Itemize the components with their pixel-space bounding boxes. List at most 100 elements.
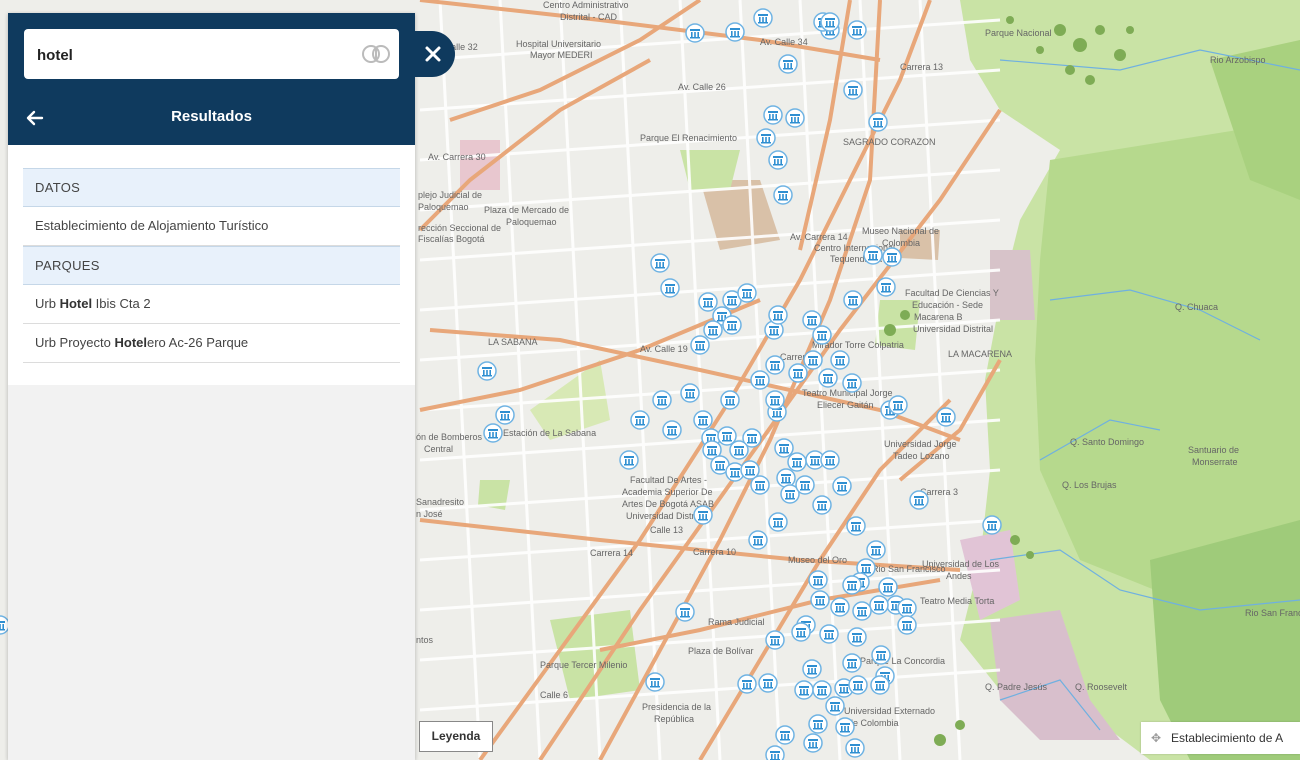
hotel-marker-icon[interactable] xyxy=(845,738,865,758)
hotel-marker-icon[interactable] xyxy=(675,602,695,622)
hotel-marker-icon[interactable] xyxy=(720,390,740,410)
hotel-marker-icon[interactable] xyxy=(847,627,867,647)
hotel-marker-icon[interactable] xyxy=(843,290,863,310)
hotel-marker-icon[interactable] xyxy=(773,185,793,205)
hotel-marker-icon[interactable] xyxy=(765,745,785,760)
hotel-marker-icon[interactable] xyxy=(832,476,852,496)
hotel-marker-icon[interactable] xyxy=(866,540,886,560)
hotel-marker-icon[interactable] xyxy=(878,577,898,597)
hotel-marker-icon[interactable] xyxy=(882,247,902,267)
hotel-marker-icon[interactable] xyxy=(803,350,823,370)
hotel-marker-icon[interactable] xyxy=(750,370,770,390)
hotel-marker-icon[interactable] xyxy=(897,615,917,635)
hotel-marker-icon[interactable] xyxy=(863,245,883,265)
hotel-marker-icon[interactable] xyxy=(802,659,822,679)
hotel-marker-icon[interactable] xyxy=(680,383,700,403)
hotel-marker-icon[interactable] xyxy=(619,450,639,470)
hotel-marker-icon[interactable] xyxy=(842,373,862,393)
search-input[interactable] xyxy=(35,29,359,81)
hotel-marker-icon[interactable] xyxy=(698,292,718,312)
hotel-marker-icon[interactable] xyxy=(843,80,863,100)
hotel-marker-icon[interactable] xyxy=(870,675,890,695)
hotel-marker-icon[interactable] xyxy=(909,490,929,510)
hotel-marker-icon[interactable] xyxy=(768,150,788,170)
hotel-marker-icon[interactable] xyxy=(810,590,830,610)
hotel-marker-icon[interactable] xyxy=(795,475,815,495)
hotel-marker-icon[interactable] xyxy=(842,653,862,673)
drag-handle-icon[interactable]: ✥ xyxy=(1141,722,1171,754)
hotel-marker-icon[interactable] xyxy=(869,595,889,615)
hotel-marker-icon[interactable] xyxy=(871,645,891,665)
hotel-marker-icon[interactable] xyxy=(842,575,862,595)
hotel-marker-icon[interactable] xyxy=(825,696,845,716)
hotel-marker-icon[interactable] xyxy=(660,278,680,298)
hotel-marker-icon[interactable] xyxy=(737,283,757,303)
hotel-marker-icon[interactable] xyxy=(819,624,839,644)
hotel-marker-icon[interactable] xyxy=(785,108,805,128)
result-item[interactable]: Urb Proyecto Hotelero Ac-26 Parque xyxy=(23,324,400,363)
hotel-marker-icon[interactable] xyxy=(765,630,785,650)
hotel-marker-icon[interactable] xyxy=(650,253,670,273)
hotel-marker-icon[interactable] xyxy=(794,680,814,700)
hotel-marker-icon[interactable] xyxy=(868,112,888,132)
hotel-marker-icon[interactable] xyxy=(645,672,665,692)
result-item[interactable]: Urb Hotel Ibis Cta 2 xyxy=(23,285,400,324)
hotel-marker-icon[interactable] xyxy=(812,495,832,515)
hotel-marker-icon[interactable] xyxy=(722,315,742,335)
hotel-marker-icon[interactable] xyxy=(897,598,917,618)
hotel-marker-icon[interactable] xyxy=(808,570,828,590)
hotel-marker-icon[interactable] xyxy=(803,733,823,753)
hotel-marker-icon[interactable] xyxy=(830,597,850,617)
hotel-marker-icon[interactable] xyxy=(748,530,768,550)
clear-search-icon[interactable] xyxy=(361,45,391,63)
hotel-marker-icon[interactable] xyxy=(936,407,956,427)
hotel-marker-icon[interactable] xyxy=(765,390,785,410)
hotel-marker-icon[interactable] xyxy=(778,54,798,74)
hotel-marker-icon[interactable] xyxy=(848,675,868,695)
hotel-marker-icon[interactable] xyxy=(820,12,840,32)
hotel-marker-icon[interactable] xyxy=(888,395,908,415)
hotel-marker-icon[interactable] xyxy=(812,325,832,345)
hotel-marker-icon[interactable] xyxy=(876,277,896,297)
hotel-marker-icon[interactable] xyxy=(737,674,757,694)
hotel-marker-icon[interactable] xyxy=(483,423,503,443)
hotel-marker-icon[interactable] xyxy=(982,515,1002,535)
active-layer-tag[interactable]: ✥ Establecimiento de A xyxy=(1141,722,1300,754)
hotel-marker-icon[interactable] xyxy=(774,438,794,458)
hotel-marker-icon[interactable] xyxy=(729,440,749,460)
hotel-marker-icon[interactable] xyxy=(756,128,776,148)
hotel-marker-icon[interactable] xyxy=(820,450,840,470)
hotel-marker-icon[interactable] xyxy=(847,20,867,40)
hotel-marker-icon[interactable] xyxy=(775,725,795,745)
hotel-marker-icon[interactable] xyxy=(835,717,855,737)
hotel-marker-icon[interactable] xyxy=(763,105,783,125)
hotel-marker-icon[interactable] xyxy=(753,8,773,28)
hotel-marker-icon[interactable] xyxy=(846,516,866,536)
hotel-marker-icon[interactable] xyxy=(791,622,811,642)
hotel-marker-icon[interactable] xyxy=(693,410,713,430)
hotel-marker-icon[interactable] xyxy=(788,363,808,383)
hotel-marker-icon[interactable] xyxy=(765,355,785,375)
hotel-marker-icon[interactable] xyxy=(787,452,807,472)
hotel-marker-icon[interactable] xyxy=(495,405,515,425)
close-panel-button[interactable] xyxy=(413,31,455,77)
hotel-marker-icon[interactable] xyxy=(725,22,745,42)
hotel-marker-icon[interactable] xyxy=(662,420,682,440)
hotel-marker-icon[interactable] xyxy=(768,305,788,325)
hotel-marker-icon[interactable] xyxy=(630,410,650,430)
hotel-marker-icon[interactable] xyxy=(830,350,850,370)
hotel-marker-icon[interactable] xyxy=(758,673,778,693)
hotel-marker-icon[interactable] xyxy=(693,505,713,525)
result-item[interactable]: Establecimiento de Alojamiento Turístico xyxy=(23,207,400,246)
hotel-marker-icon[interactable] xyxy=(652,390,672,410)
hotel-marker-icon[interactable] xyxy=(750,475,770,495)
hotel-marker-icon[interactable] xyxy=(808,714,828,734)
hotel-marker-icon[interactable] xyxy=(768,512,788,532)
hotel-marker-icon[interactable] xyxy=(852,601,872,621)
hotel-marker-icon[interactable] xyxy=(812,680,832,700)
hotel-marker-icon[interactable] xyxy=(685,23,705,43)
legend-button[interactable]: Leyenda xyxy=(419,721,493,752)
hotel-marker-icon[interactable] xyxy=(776,468,796,488)
hotel-marker-icon[interactable] xyxy=(690,335,710,355)
hotel-marker-icon[interactable] xyxy=(703,320,723,340)
